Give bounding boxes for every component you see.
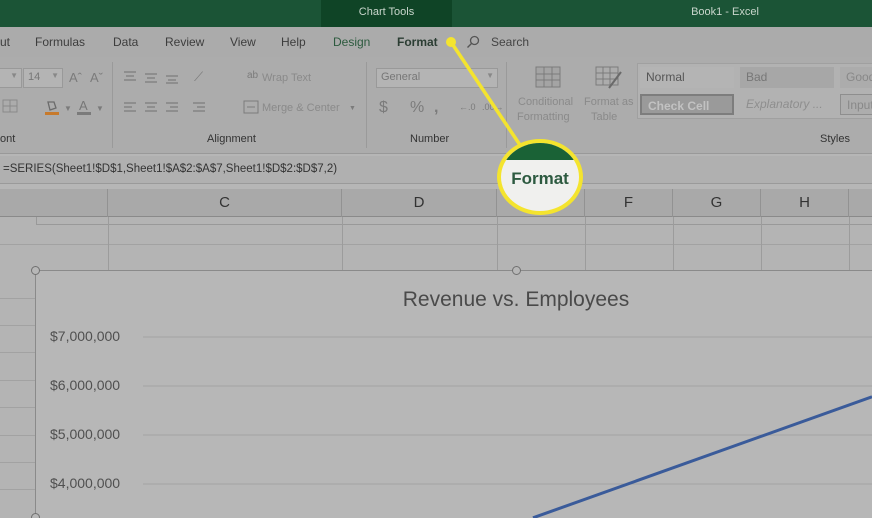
series-line-revenue[interactable] (532, 395, 872, 518)
chart-resize-handle-top-left[interactable] (31, 266, 40, 275)
chart-resize-handle-left-middle[interactable] (31, 513, 40, 518)
format-tab-callout: Format (497, 139, 583, 215)
chart-resize-handle-top-center[interactable] (512, 266, 521, 275)
callout-green-band (501, 143, 579, 160)
y-tick-label: $6,000,000 (50, 377, 121, 393)
y-tick-label: $5,000,000 (50, 426, 121, 442)
chart-plot-svg (143, 336, 872, 518)
y-tick-label: $7,000,000 (50, 328, 121, 344)
y-tick-label: $4,000,000 (50, 475, 121, 491)
callout-label: Format (511, 169, 569, 188)
